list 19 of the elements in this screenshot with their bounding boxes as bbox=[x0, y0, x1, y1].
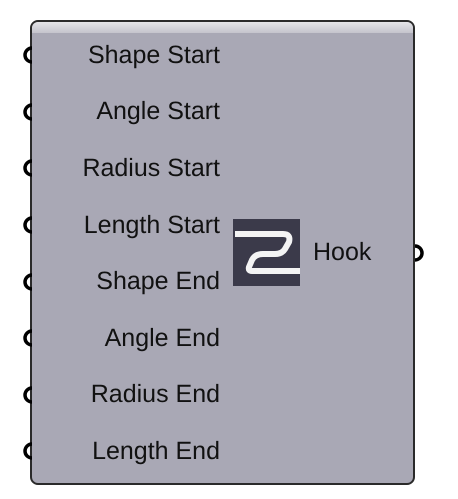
input-grip[interactable] bbox=[23, 386, 33, 404]
input-grip[interactable] bbox=[23, 442, 33, 460]
input-label: Length End bbox=[92, 438, 220, 464]
output-grip[interactable] bbox=[414, 244, 424, 262]
input-label: Shape Start bbox=[88, 42, 220, 68]
input-label: Shape End bbox=[96, 269, 220, 294]
input-grip[interactable] bbox=[23, 46, 33, 64]
input-grip[interactable] bbox=[23, 102, 33, 121]
input-label: Angle End bbox=[104, 326, 220, 351]
input-grip[interactable] bbox=[23, 329, 33, 348]
input-label: Radius Start bbox=[82, 156, 220, 181]
input-grip[interactable] bbox=[23, 159, 33, 178]
output-label: Hook bbox=[313, 240, 372, 265]
input-grip[interactable] bbox=[23, 272, 33, 291]
input-grip[interactable] bbox=[23, 216, 33, 234]
hook-icon bbox=[233, 219, 300, 286]
input-label: Angle Start bbox=[96, 99, 220, 124]
input-label: Radius End bbox=[90, 382, 220, 408]
input-label: Length Start bbox=[84, 212, 220, 238]
